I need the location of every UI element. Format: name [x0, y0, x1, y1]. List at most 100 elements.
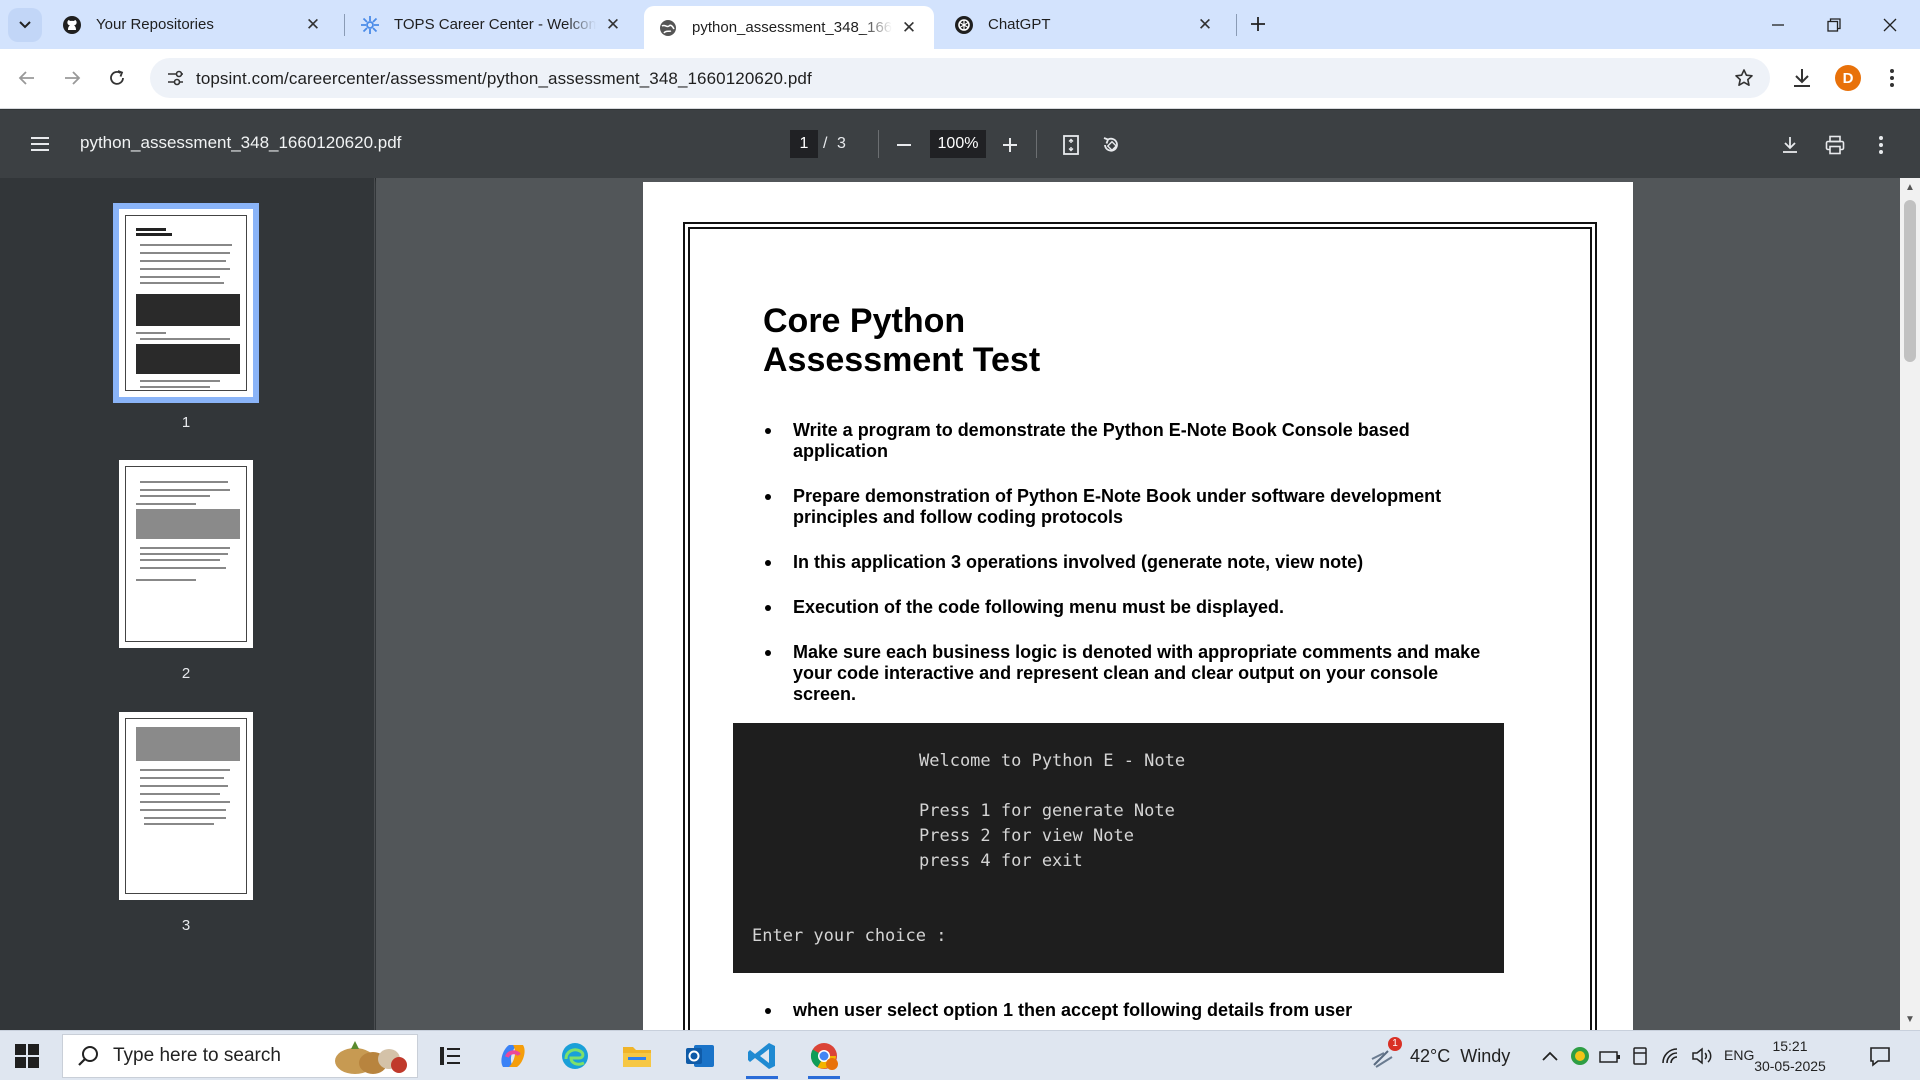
- globe-icon: [658, 18, 678, 38]
- vertical-scrollbar[interactable]: ▲ ▼: [1900, 178, 1920, 1030]
- print-button[interactable]: [1820, 130, 1850, 160]
- console-screenshot: Welcome to Python E - Note Press 1 for g…: [733, 723, 1504, 973]
- file-explorer-button[interactable]: [617, 1037, 657, 1075]
- tab-strip: Your Repositories ✕ TOPS Career Center -…: [0, 0, 1920, 49]
- close-icon[interactable]: ✕: [1194, 14, 1216, 36]
- fit-page-icon: [1063, 135, 1079, 155]
- close-icon[interactable]: ✕: [898, 17, 920, 39]
- tray-volume-button[interactable]: [1684, 1037, 1720, 1075]
- zoom-input[interactable]: 100%: [930, 130, 986, 158]
- clock-date: 30-05-2025: [1754, 1058, 1826, 1074]
- address-bar[interactable]: topsint.com/careercenter/assessment/pyth…: [150, 58, 1770, 98]
- copilot-button[interactable]: [493, 1037, 533, 1075]
- pdf-title: python_assessment_348_1660120620.pdf: [80, 133, 402, 152]
- page-thumbnail-3[interactable]: [119, 712, 253, 900]
- zoom-in-button[interactable]: [995, 130, 1025, 160]
- document-title-line2: Assessment Test: [763, 341, 1041, 379]
- bookmark-star-icon[interactable]: [1732, 66, 1756, 90]
- print-icon: [1825, 135, 1845, 155]
- divider: [1036, 130, 1037, 158]
- downloads-button[interactable]: [1786, 62, 1818, 94]
- tab-separator: [344, 14, 345, 36]
- pdf-download-button[interactable]: [1775, 130, 1805, 160]
- tab-title: ChatGPT: [988, 16, 1051, 33]
- battery-icon: [1599, 1051, 1620, 1063]
- page-number-input[interactable]: 1: [790, 130, 818, 158]
- notifications-button[interactable]: [1860, 1037, 1900, 1075]
- thumbnail-label-3: 3: [181, 917, 191, 934]
- search-icon: [78, 1046, 98, 1066]
- scrollbar-thumb[interactable]: [1904, 200, 1916, 362]
- thumbnail-content: [125, 718, 247, 894]
- page-thumbnail-1[interactable]: [113, 203, 259, 403]
- zoom-out-button[interactable]: [889, 130, 919, 160]
- download-icon: [1783, 137, 1797, 153]
- page-thumbnail-2[interactable]: [119, 460, 253, 648]
- site-info-icon[interactable]: [164, 67, 186, 89]
- new-tab-button[interactable]: [1244, 10, 1272, 38]
- tray-device-button[interactable]: [1622, 1037, 1658, 1075]
- weather-alert-count: 1: [1388, 1037, 1402, 1051]
- rotate-button[interactable]: [1096, 130, 1126, 160]
- tab-pdf[interactable]: python_assessment_348_1660120620.pdf ✕: [644, 6, 934, 49]
- chevron-up-icon: [1542, 1051, 1558, 1061]
- profile-button[interactable]: D: [1832, 62, 1864, 94]
- vegetables-highlight-icon: [335, 1041, 407, 1074]
- chevron-down-icon: [19, 21, 31, 29]
- console-option: Press 2 for view Note: [919, 826, 1134, 846]
- close-icon[interactable]: ✕: [602, 14, 624, 36]
- requirements-list: Write a program to demonstrate the Pytho…: [765, 420, 1493, 729]
- weather-widget[interactable]: 1 42°C Windy: [1370, 1037, 1510, 1069]
- copilot-icon: [501, 1045, 525, 1067]
- sidebar-toggle-button[interactable]: [24, 131, 56, 157]
- tab-github[interactable]: Your Repositories ✕: [48, 6, 338, 43]
- console-option: press 4 for exit: [919, 851, 1083, 871]
- device-icon: [1633, 1047, 1647, 1065]
- edge-button[interactable]: [555, 1037, 595, 1075]
- restore-button[interactable]: [1806, 0, 1862, 49]
- chrome-button[interactable]: [804, 1037, 844, 1079]
- list-item: In this application 3 operations involve…: [765, 552, 1493, 573]
- clock-time: 15:21: [1772, 1038, 1808, 1054]
- shield-badge-icon: [1571, 1047, 1589, 1065]
- back-button[interactable]: [10, 61, 44, 95]
- close-icon[interactable]: ✕: [302, 14, 324, 36]
- close-window-button[interactable]: [1862, 0, 1918, 49]
- list-item: Execution of the code following menu mus…: [765, 597, 1493, 618]
- browser-toolbar: topsint.com/careercenter/assessment/pyth…: [0, 49, 1920, 109]
- browser-menu-button[interactable]: [1876, 62, 1908, 94]
- plus-icon: [1003, 138, 1017, 152]
- thumbnail-content: [125, 215, 247, 391]
- tab-separator: [1236, 14, 1237, 36]
- list-item: when user select option 1 then accept fo…: [765, 1000, 1493, 1021]
- rotate-icon: [1103, 137, 1118, 152]
- minimize-button[interactable]: [1750, 0, 1806, 49]
- fit-page-button[interactable]: [1056, 130, 1086, 160]
- reload-button[interactable]: [100, 61, 134, 95]
- vscode-button[interactable]: [742, 1037, 782, 1079]
- tab-title: python_assessment_348_1660120620.pdf: [692, 19, 892, 36]
- start-button[interactable]: [14, 1043, 40, 1069]
- taskbar-search-input[interactable]: Type here to search: [62, 1034, 418, 1078]
- pdf-page: Core Python Assessment Test Write a prog…: [643, 182, 1633, 1030]
- task-view-button[interactable]: [430, 1037, 470, 1075]
- tab-tops[interactable]: TOPS Career Center - Welcome ✕: [346, 6, 638, 43]
- console-prompt: Enter your choice :: [752, 926, 947, 946]
- tab-search-button[interactable]: [8, 8, 42, 42]
- windows-taskbar: Type here to search 1 42°C Windy ENG 15:…: [0, 1030, 1920, 1080]
- document-title: Core Python Assessment Test: [763, 302, 1263, 380]
- clock[interactable]: 15:21 30-05-2025: [1750, 1036, 1830, 1076]
- scroll-down-arrow-icon[interactable]: ▼: [1904, 1014, 1916, 1026]
- divider: [878, 130, 879, 158]
- pdf-viewer-area[interactable]: Core Python Assessment Test Write a prog…: [376, 178, 1900, 1030]
- thumbnail-label-2: 2: [181, 665, 191, 682]
- github-icon: [62, 15, 82, 35]
- pdf-more-button[interactable]: [1866, 130, 1896, 160]
- list-item: Write a program to demonstrate the Pytho…: [765, 420, 1493, 462]
- outlook-button[interactable]: [680, 1037, 720, 1075]
- more-vertical-icon: [1879, 136, 1883, 154]
- scroll-up-arrow-icon[interactable]: ▲: [1904, 182, 1916, 194]
- forward-button[interactable]: [55, 61, 89, 95]
- tab-chatgpt[interactable]: ChatGPT ✕: [940, 6, 1230, 43]
- vscode-icon: [748, 1043, 775, 1069]
